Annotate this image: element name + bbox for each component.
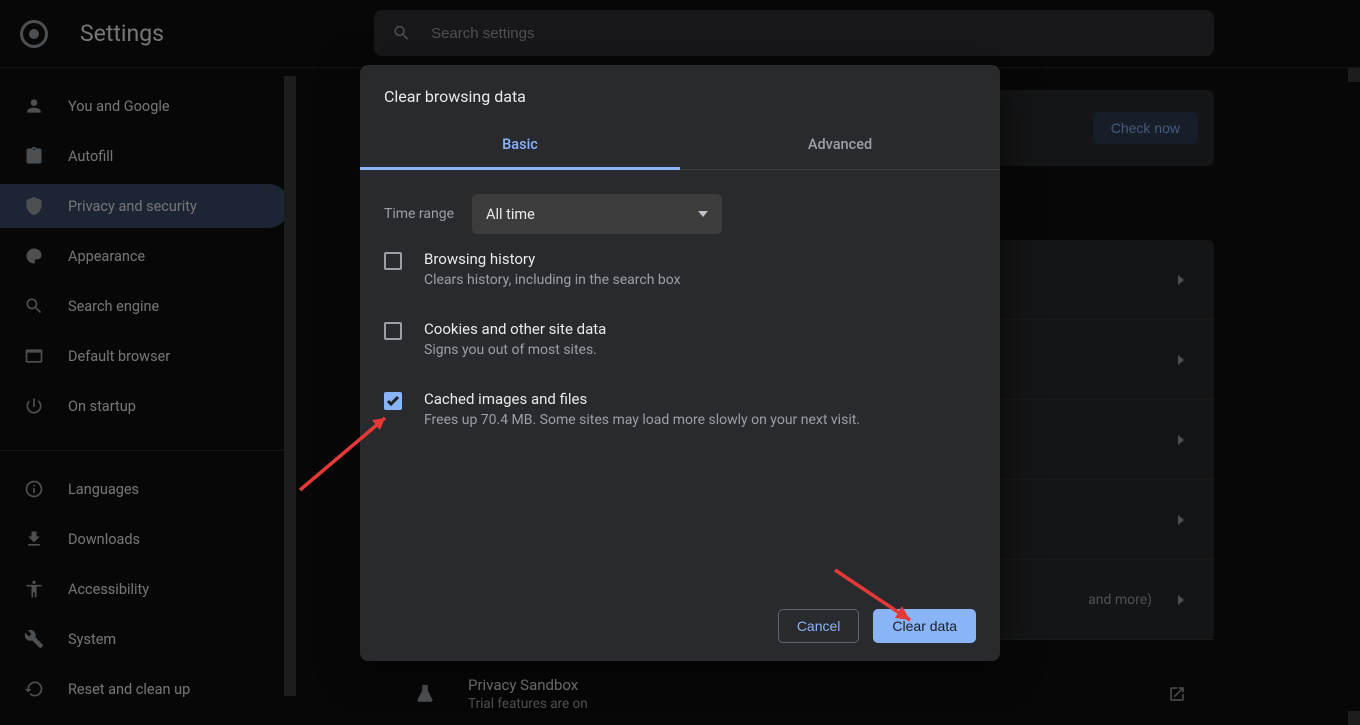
time-range-select[interactable]: All time [472,194,722,234]
sidebar-item-label: System [68,631,116,648]
sidebar-item-label: Languages [68,481,139,498]
sandbox-text: Privacy Sandbox Trial features are on [468,676,588,712]
wrench-icon [24,629,44,649]
sidebar-item-appearance[interactable]: Appearance [0,234,290,278]
external-link-icon [1168,685,1186,703]
dialog-tabs: Basic Advanced [360,124,1000,170]
sidebar-item-label: On startup [68,398,136,415]
dropdown-arrow-icon [698,211,708,217]
option-cached-images[interactable]: Cached images and files Frees up 70.4 MB… [384,374,976,444]
chevron-right-icon [1176,355,1186,365]
app-root: Settings You and Google Autofill Privacy… [0,0,1360,725]
sidebar-item-privacy-security[interactable]: Privacy and security [0,184,290,228]
sidebar-item-reset[interactable]: Reset and clean up [0,667,290,711]
option-desc: Signs you out of most sites. [424,342,606,358]
option-title: Cached images and files [424,390,860,408]
sidebar-item-downloads[interactable]: Downloads [0,517,290,561]
browser-icon [24,346,44,366]
chevron-right-icon [1176,515,1186,525]
sidebar-item-label: Default browser [68,348,170,365]
sidebar-item-accessibility[interactable]: Accessibility [0,567,290,611]
time-range-row: Time range All time [384,194,976,234]
sidebar-item-label: Reset and clean up [68,681,190,698]
time-range-label: Time range [384,206,454,222]
sidebar-scrollbar[interactable] [284,68,296,725]
sidebar-item-label: Privacy and security [68,198,197,215]
annotation-arrow-clear-button [825,560,935,654]
tab-advanced[interactable]: Advanced [680,124,1000,170]
scroll-arrow-up[interactable] [1348,68,1360,82]
scroll-arrow-down[interactable] [1348,711,1360,725]
privacy-sandbox-row[interactable]: Privacy Sandbox Trial features are on [386,652,1214,725]
sidebar: You and Google Autofill Privacy and secu… [0,68,296,725]
option-browsing-history[interactable]: Browsing history Clears history, includi… [384,234,976,304]
accessibility-icon [24,579,44,599]
sandbox-title: Privacy Sandbox [468,676,588,694]
scrollbar-thumb[interactable] [284,76,296,696]
sidebar-item-search-engine[interactable]: Search engine [0,284,290,328]
clipboard-icon [24,146,44,166]
person-icon [24,96,44,116]
sidebar-item-on-startup[interactable]: On startup [0,384,290,428]
power-icon [24,396,44,416]
option-cookies[interactable]: Cookies and other site data Signs you ou… [384,304,976,374]
sidebar-item-label: Autofill [68,148,113,165]
sidebar-item-label: Downloads [68,531,140,548]
sandbox-subtitle: Trial features are on [468,696,588,712]
sidebar-item-default-browser[interactable]: Default browser [0,334,290,378]
row-fragment: and more) [1088,592,1152,608]
search-bar[interactable] [374,10,1214,56]
palette-icon [24,246,44,266]
sidebar-item-you-google[interactable]: You and Google [0,84,290,128]
chevron-right-icon [1176,435,1186,445]
tab-basic[interactable]: Basic [360,124,680,170]
sidebar-item-label: Appearance [68,248,145,265]
option-desc: Clears history, including in the search … [424,272,681,288]
chrome-icon [20,20,48,48]
chevron-right-icon [1176,275,1186,285]
option-desc: Frees up 70.4 MB. Some sites may load mo… [424,412,860,428]
annotation-arrow-checkbox [290,400,410,504]
shield-icon [24,196,44,216]
sidebar-item-label: You and Google [68,98,170,115]
content-scrollbar[interactable] [1348,68,1360,725]
globe-icon [24,479,44,499]
sidebar-item-languages[interactable]: Languages [0,467,290,511]
option-title: Browsing history [424,250,681,268]
check-now-button[interactable]: Check now [1093,112,1198,144]
search-icon [24,296,44,316]
sidebar-item-label: Accessibility [68,581,149,598]
checkbox-cookies[interactable] [384,322,402,340]
download-icon [24,529,44,549]
flask-icon [414,683,436,705]
search-icon [392,23,411,43]
page-title: Settings [80,20,164,47]
sidebar-item-autofill[interactable]: Autofill [0,134,290,178]
header: Settings [0,0,1360,68]
dialog-title: Clear browsing data [360,65,1000,124]
sidebar-item-system[interactable]: System [0,617,290,661]
sidebar-item-label: Search engine [68,298,159,315]
option-title: Cookies and other site data [424,320,606,338]
chevron-right-icon [1176,595,1186,605]
restore-icon [24,679,44,699]
checkbox-browsing-history[interactable] [384,252,402,270]
dialog-body: Time range All time Browsing history Cle… [360,170,1000,468]
search-input[interactable] [429,24,1196,43]
time-range-value: All time [486,206,535,223]
